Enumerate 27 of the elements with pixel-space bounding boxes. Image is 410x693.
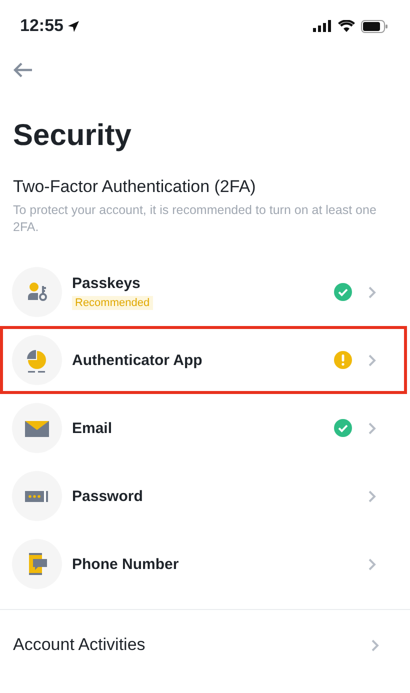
clock-time: 12:55 <box>20 16 64 36</box>
wifi-icon <box>338 20 355 32</box>
method-row[interactable]: Passkeys Recommended <box>0 258 407 326</box>
method-row[interactable]: Email <box>0 394 407 462</box>
chevron-icon <box>368 354 376 366</box>
highlighted-method-row[interactable]: Authenticator App <box>0 326 407 394</box>
chevron-icon <box>371 638 379 652</box>
chevron-icon <box>368 422 376 434</box>
method-label: Passkeys <box>72 274 140 292</box>
recommended-tag: Recommended <box>72 296 153 310</box>
chevron-icon <box>368 558 376 570</box>
chevron-icon <box>368 490 376 502</box>
account-activities-row[interactable]: Account Activities <box>0 610 410 680</box>
section-heading: Two-Factor Authentication (2FA) <box>13 177 257 197</box>
section-description: To protect your account, it is recommended to turn on at least one 2FA. <box>13 202 378 236</box>
battery-icon <box>361 20 388 32</box>
method-label: Email <box>72 420 112 436</box>
chevron-icon <box>368 286 376 298</box>
row-label: Account Activities <box>13 635 146 655</box>
location-arrow-icon <box>67 20 80 32</box>
page-title: Security <box>13 119 132 153</box>
method-label: Authenticator App <box>72 352 202 368</box>
method-label: Phone Number <box>72 556 179 572</box>
method-row[interactable]: Password <box>0 462 407 530</box>
signal-icon <box>313 20 332 32</box>
method-label: Password <box>72 488 143 504</box>
method-row[interactable]: Phone Number <box>0 530 407 598</box>
